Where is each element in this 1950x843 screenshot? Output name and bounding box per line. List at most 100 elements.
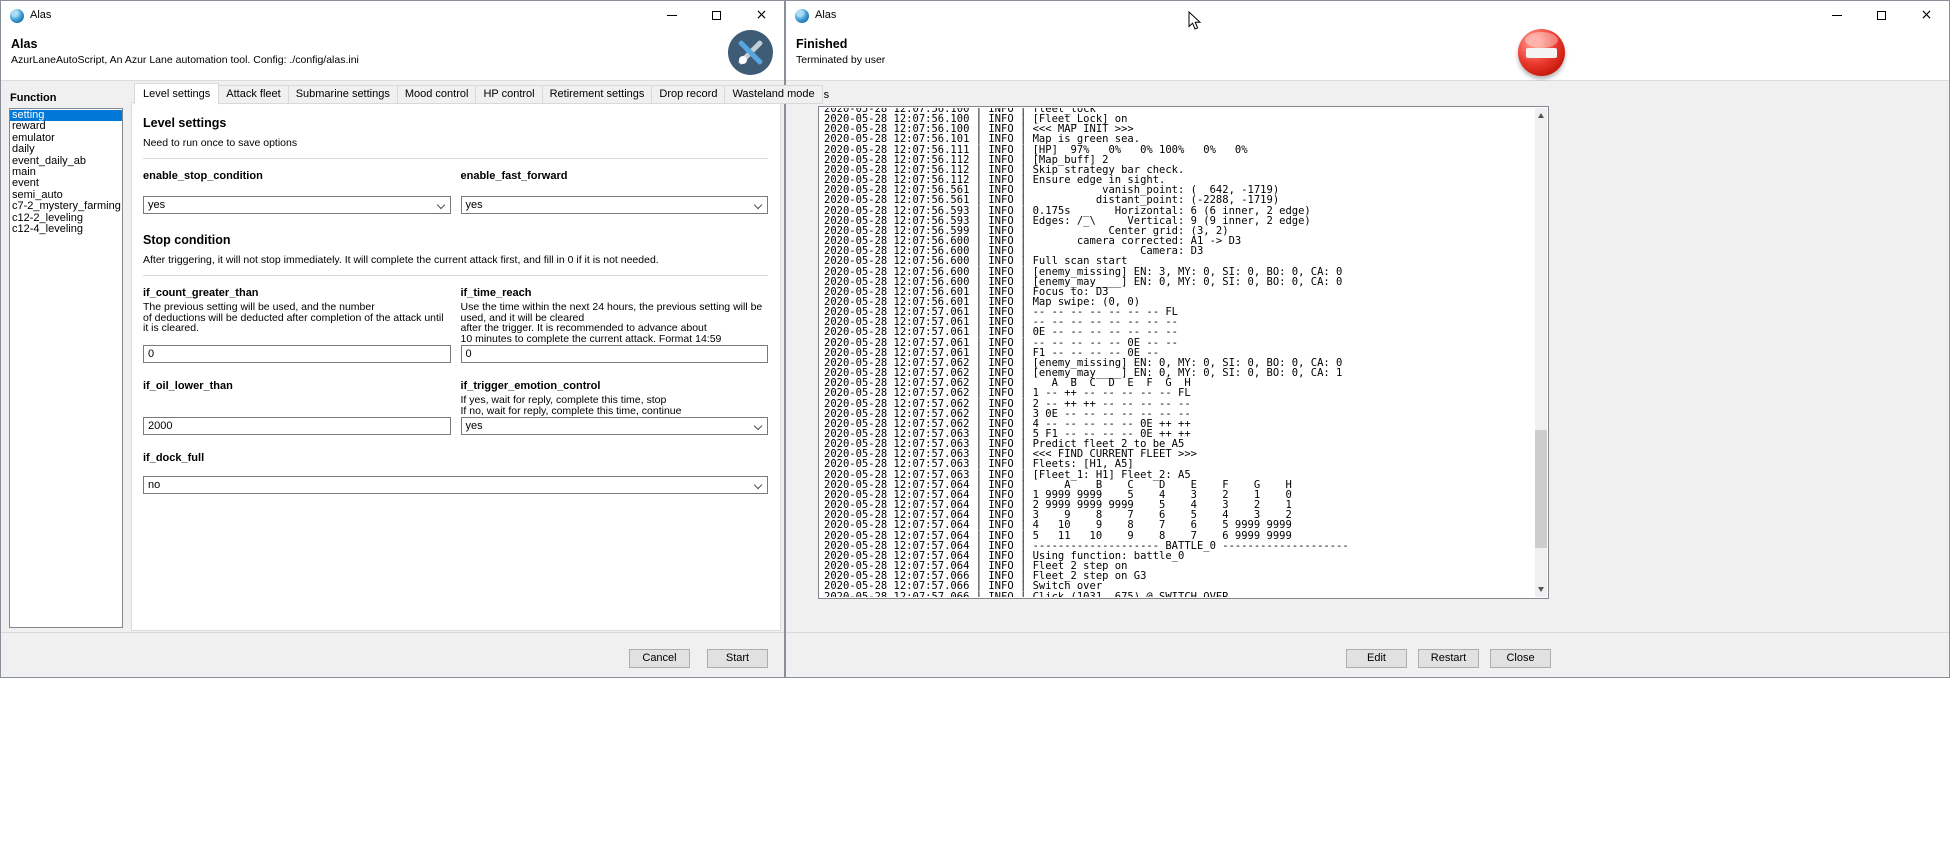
field-enable-fast-forward: enable_fast_forward yes xyxy=(461,170,769,214)
divider xyxy=(143,158,768,159)
titlebar[interactable]: Alas × xyxy=(1,1,784,30)
close-icon: × xyxy=(756,8,768,22)
cancel-button[interactable]: Cancel xyxy=(629,649,690,668)
tab[interactable]: Drop record xyxy=(652,85,725,104)
arrow-up-icon xyxy=(1538,113,1544,118)
if-dock-full-select[interactable]: no xyxy=(143,476,768,494)
run-status-title: Finished xyxy=(796,37,847,51)
minimize-button[interactable] xyxy=(649,1,694,29)
log-line: 2020-05-28 12:07:57.066 | INFO | Switch … xyxy=(824,581,1534,591)
field-label: if_count_greater_than xyxy=(143,287,451,299)
field-label: if_time_reach xyxy=(461,287,769,299)
section-title-stop-condition: Stop condition xyxy=(143,233,768,247)
scrollbar-thumb[interactable] xyxy=(1535,430,1547,548)
field-label: enable_fast_forward xyxy=(461,170,769,182)
field-description: Use the time within the next 24 hours, t… xyxy=(461,302,769,344)
section-title-level-settings: Level settings xyxy=(143,116,768,130)
maximize-icon xyxy=(712,11,721,20)
tab[interactable]: Wasteland mode xyxy=(725,85,822,104)
edit-button[interactable]: Edit xyxy=(1346,649,1407,668)
if-count-greater-than-input[interactable] xyxy=(143,345,451,363)
config-title: Alas xyxy=(11,37,37,51)
selected-value: yes xyxy=(148,199,165,211)
field-description: If yes, wait for reply, complete this ti… xyxy=(461,395,769,416)
minimize-icon xyxy=(667,15,677,16)
tab[interactable]: Submarine settings xyxy=(289,85,398,104)
chevron-down-icon xyxy=(754,201,762,209)
function-item[interactable]: c12-4_leveling xyxy=(10,224,122,235)
chevron-down-icon xyxy=(436,201,444,209)
function-item[interactable]: daily xyxy=(10,144,122,155)
divider xyxy=(143,275,768,276)
chevron-down-icon xyxy=(754,422,762,430)
maximize-button[interactable] xyxy=(694,1,739,29)
field-label: enable_stop_condition xyxy=(143,170,451,182)
tab[interactable]: Level settings xyxy=(134,83,219,105)
config-subtitle: AzurLaneAutoScript, An Azur Lane automat… xyxy=(11,54,359,66)
close-button[interactable]: × xyxy=(1904,1,1949,29)
field-label: if_dock_full xyxy=(143,452,768,464)
field-if-dock-full: if_dock_full no xyxy=(143,452,768,494)
run-footer: Edit Restart Close xyxy=(786,632,1949,677)
mouse-cursor xyxy=(1188,11,1202,31)
config-header: Alas AzurLaneAutoScript, An Azur Lane au… xyxy=(1,30,784,81)
window-title: Alas xyxy=(815,9,836,21)
field-description: The previous setting will be used, and t… xyxy=(143,302,451,334)
settings-notebook: Level settingsAttack fleetSubmarine sett… xyxy=(131,83,781,631)
minimize-button[interactable] xyxy=(1814,1,1859,29)
run-content: Status 2020-05-28 12:07:56.100 | INFO | … xyxy=(786,81,1949,632)
field-if-time-reach: if_time_reach Use the time within the ne… xyxy=(461,287,769,363)
maximize-button[interactable] xyxy=(1859,1,1904,29)
gloss-highlight xyxy=(1525,32,1558,48)
stop-sign-icon xyxy=(1518,29,1565,76)
log-line: 2020-05-28 12:07:57.066 | INFO | Click (… xyxy=(824,592,1534,598)
close-button[interactable]: × xyxy=(739,1,784,29)
restart-button[interactable]: Restart xyxy=(1418,649,1479,668)
titlebar[interactable]: Alas × xyxy=(786,1,1949,30)
field-if-count-greater-than: if_count_greater_than The previous setti… xyxy=(143,287,451,363)
log-output[interactable]: 2020-05-28 12:07:56.100 | INFO | fleet_l… xyxy=(818,106,1549,599)
log-line: 2020-05-28 12:07:56.600 | INFO | Full sc… xyxy=(824,256,1534,266)
config-content: Function settingrewardemulatordailyevent… xyxy=(1,81,784,632)
arrow-down-icon xyxy=(1538,587,1544,592)
field-label: if_oil_lower_than xyxy=(143,380,451,392)
start-button[interactable]: Start xyxy=(707,649,768,668)
tab-strip: Level settingsAttack fleetSubmarine sett… xyxy=(134,83,781,104)
run-header: Finished Terminated by user xyxy=(786,30,1949,81)
tools-icon xyxy=(728,30,773,75)
field-if-trigger-emotion-control: if_trigger_emotion_control If yes, wait … xyxy=(461,380,769,435)
window-alas-run: Alas × Finished Terminated by user Statu… xyxy=(785,0,1950,678)
tab[interactable]: Attack fleet xyxy=(219,85,288,104)
enable-fast-forward-select[interactable]: yes xyxy=(461,196,769,214)
function-item[interactable]: c7-2_mystery_farming xyxy=(10,201,122,212)
maximize-icon xyxy=(1877,11,1886,20)
if-time-reach-input[interactable] xyxy=(461,345,769,363)
if-trigger-emotion-control-select[interactable]: yes xyxy=(461,417,769,435)
alas-logo-icon xyxy=(795,9,809,23)
enable-stop-condition-select[interactable]: yes xyxy=(143,196,451,214)
log-lines: 2020-05-28 12:07:56.100 | INFO | fleet_l… xyxy=(824,108,1534,597)
window-title: Alas xyxy=(30,9,51,21)
desktop: Alas × Alas AzurLaneAutoScript, An Azur … xyxy=(0,0,1950,843)
stop-bar xyxy=(1526,48,1557,58)
run-status-subtitle: Terminated by user xyxy=(796,54,885,66)
section-subtitle-level-settings: Need to run once to save options xyxy=(143,137,768,149)
tab[interactable]: Mood control xyxy=(398,85,477,104)
function-list-label: Function xyxy=(10,92,56,104)
chevron-down-icon xyxy=(754,481,762,489)
field-label: if_trigger_emotion_control xyxy=(461,380,769,392)
close-session-button[interactable]: Close xyxy=(1490,649,1551,668)
if-oil-lower-than-input[interactable] xyxy=(143,417,451,435)
scroll-down-button[interactable] xyxy=(1535,582,1547,597)
tab[interactable]: Retirement settings xyxy=(543,85,653,104)
section-subtitle-stop-condition: After triggering, it will not stop immed… xyxy=(143,254,768,266)
minimize-icon xyxy=(1832,15,1842,16)
log-scrollbar[interactable] xyxy=(1535,108,1547,597)
tab[interactable]: HP control xyxy=(476,85,542,104)
close-icon: × xyxy=(1921,8,1933,22)
window-alas-config: Alas × Alas AzurLaneAutoScript, An Azur … xyxy=(0,0,785,678)
scroll-up-button[interactable] xyxy=(1535,108,1547,123)
selected-value: yes xyxy=(466,420,483,432)
function-listbox[interactable]: settingrewardemulatordailyevent_daily_ab… xyxy=(9,108,123,628)
selected-value: yes xyxy=(466,199,483,211)
